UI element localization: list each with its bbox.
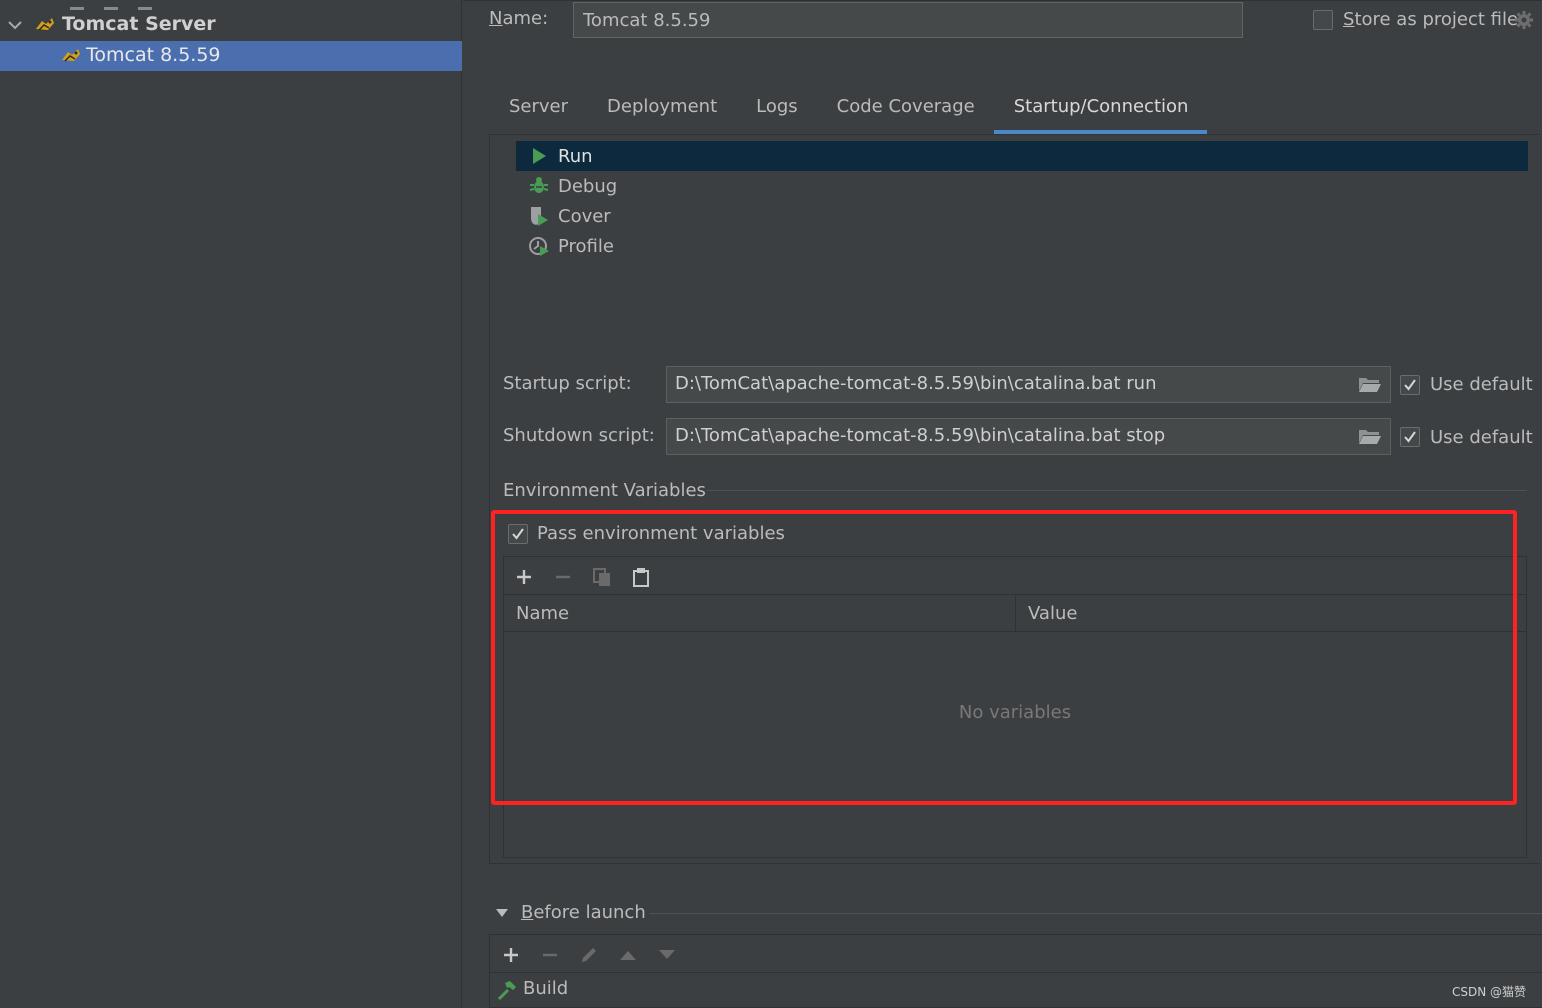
tab-startup-connection[interactable]: Startup/Connection xyxy=(993,88,1208,134)
tab-logs[interactable]: Logs xyxy=(736,88,817,134)
mode-label: Debug xyxy=(558,175,618,197)
name-label: Name: xyxy=(489,8,549,29)
watermark: CSDN @猫赞 xyxy=(1451,985,1526,999)
edit-icon[interactable] xyxy=(578,944,600,966)
startup-script-label: Startup script: xyxy=(503,373,632,394)
mode-item-cover[interactable]: Cover xyxy=(516,201,1528,231)
empty-state-text: No variables xyxy=(958,702,1072,723)
tree-group-label: Tomcat Server xyxy=(62,13,216,35)
tree-group-tomcat-server[interactable]: Tomcat Server xyxy=(0,10,462,40)
folder-icon[interactable] xyxy=(1358,375,1382,393)
shutdown-script-value: D:\TomCat\apache-tomcat-8.5.59\bin\catal… xyxy=(675,425,1166,446)
env-section-title: Environment Variables xyxy=(503,480,706,501)
divider xyxy=(463,0,1542,1)
hammer-icon xyxy=(497,981,516,1001)
gear-icon[interactable] xyxy=(1514,10,1534,30)
startup-use-default-label: Use default xyxy=(1430,374,1533,395)
add-icon[interactable] xyxy=(500,944,522,966)
before-launch-toolbar xyxy=(490,935,1542,973)
tomcat-icon xyxy=(62,49,80,62)
shutdown-use-default-checkbox[interactable] xyxy=(1400,427,1420,447)
column-header-value[interactable]: Value xyxy=(1028,603,1077,624)
pass-env-checkbox[interactable] xyxy=(508,524,528,544)
pass-env-label: Pass environment variables xyxy=(537,523,785,544)
tab-server[interactable]: Server xyxy=(489,88,587,134)
move-down-icon[interactable] xyxy=(656,944,678,966)
before-launch-item-label: Build xyxy=(523,978,569,999)
store-as-project-checkbox[interactable] xyxy=(1313,10,1333,30)
mode-item-run[interactable]: Run xyxy=(516,141,1528,171)
config-editor: Name: Store as project file Server Deplo… xyxy=(463,0,1542,1008)
tab-code-coverage[interactable]: Code Coverage xyxy=(817,88,994,134)
run-icon xyxy=(528,145,550,167)
env-table-header: Name Value xyxy=(504,596,1526,632)
remove-icon[interactable] xyxy=(539,944,561,966)
tree-peek-row xyxy=(70,0,190,10)
name-input[interactable] xyxy=(573,2,1243,38)
remove-icon[interactable] xyxy=(552,566,574,588)
tab-deployment[interactable]: Deployment xyxy=(587,88,736,134)
shutdown-script-label: Shutdown script: xyxy=(503,425,655,446)
paste-icon[interactable] xyxy=(630,566,652,588)
mode-item-profile[interactable]: Profile xyxy=(516,231,1528,261)
divider xyxy=(649,913,1542,914)
env-toolbar xyxy=(504,557,1526,595)
run-config-tree: Tomcat Server Tomcat 8.5.59 xyxy=(0,0,462,1008)
startup-script-value: D:\TomCat\apache-tomcat-8.5.59\bin\catal… xyxy=(675,373,1157,394)
cover-icon xyxy=(528,205,550,227)
add-icon[interactable] xyxy=(513,566,535,588)
mode-label: Profile xyxy=(558,235,614,257)
profile-icon xyxy=(528,235,550,257)
triangle-down-icon[interactable] xyxy=(495,908,509,918)
tomcat-icon xyxy=(36,18,54,31)
before-launch-title[interactable]: Before launch xyxy=(521,902,646,923)
mode-item-debug[interactable]: Debug xyxy=(516,171,1528,201)
mode-label: Cover xyxy=(558,205,611,227)
before-launch-list: Build xyxy=(489,934,1542,1008)
tree-item-tomcat-8559[interactable]: Tomcat 8.5.59 xyxy=(0,41,462,71)
column-header-name[interactable]: Name xyxy=(516,603,569,624)
before-launch-item-build[interactable]: Build xyxy=(490,974,1542,1006)
startup-use-default-checkbox[interactable] xyxy=(1400,375,1420,395)
mode-list: Run Debug Cover Profile xyxy=(516,141,1528,261)
startup-script-input[interactable]: D:\TomCat\apache-tomcat-8.5.59\bin\catal… xyxy=(666,366,1391,403)
folder-icon[interactable] xyxy=(1358,427,1382,445)
store-as-project-label: Store as project file xyxy=(1343,9,1519,30)
shutdown-use-default-label: Use default xyxy=(1430,427,1533,448)
copy-icon[interactable] xyxy=(591,566,613,588)
shutdown-script-input[interactable]: D:\TomCat\apache-tomcat-8.5.59\bin\catal… xyxy=(666,418,1391,455)
mode-label: Run xyxy=(558,145,593,167)
env-table: Name Value No variables xyxy=(503,556,1527,858)
debug-icon xyxy=(528,175,550,197)
tab-bar: Server Deployment Logs Code Coverage Sta… xyxy=(489,88,1208,134)
tree-item-label: Tomcat 8.5.59 xyxy=(86,44,221,66)
column-divider[interactable] xyxy=(1015,596,1016,632)
divider xyxy=(707,490,1527,491)
move-up-icon[interactable] xyxy=(617,944,639,966)
chevron-down-icon[interactable] xyxy=(6,16,24,34)
